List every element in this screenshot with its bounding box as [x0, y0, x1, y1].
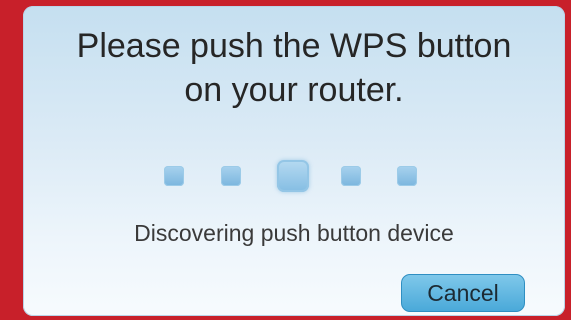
cancel-button[interactable]: Cancel	[401, 274, 525, 312]
progress-dot-1	[164, 166, 184, 186]
progress-indicator	[23, 156, 565, 196]
progress-dot-5	[397, 166, 417, 186]
progress-dot-4	[341, 166, 361, 186]
wps-dialog: Please push the WPS button on your route…	[23, 6, 565, 316]
progress-dot-2	[221, 166, 241, 186]
window-frame: Please push the WPS button on your route…	[0, 0, 571, 320]
status-text: Discovering push button device	[134, 220, 454, 246]
progress-dot-3-active	[277, 160, 309, 192]
dialog-title: Please push the WPS button on your route…	[76, 27, 512, 109]
